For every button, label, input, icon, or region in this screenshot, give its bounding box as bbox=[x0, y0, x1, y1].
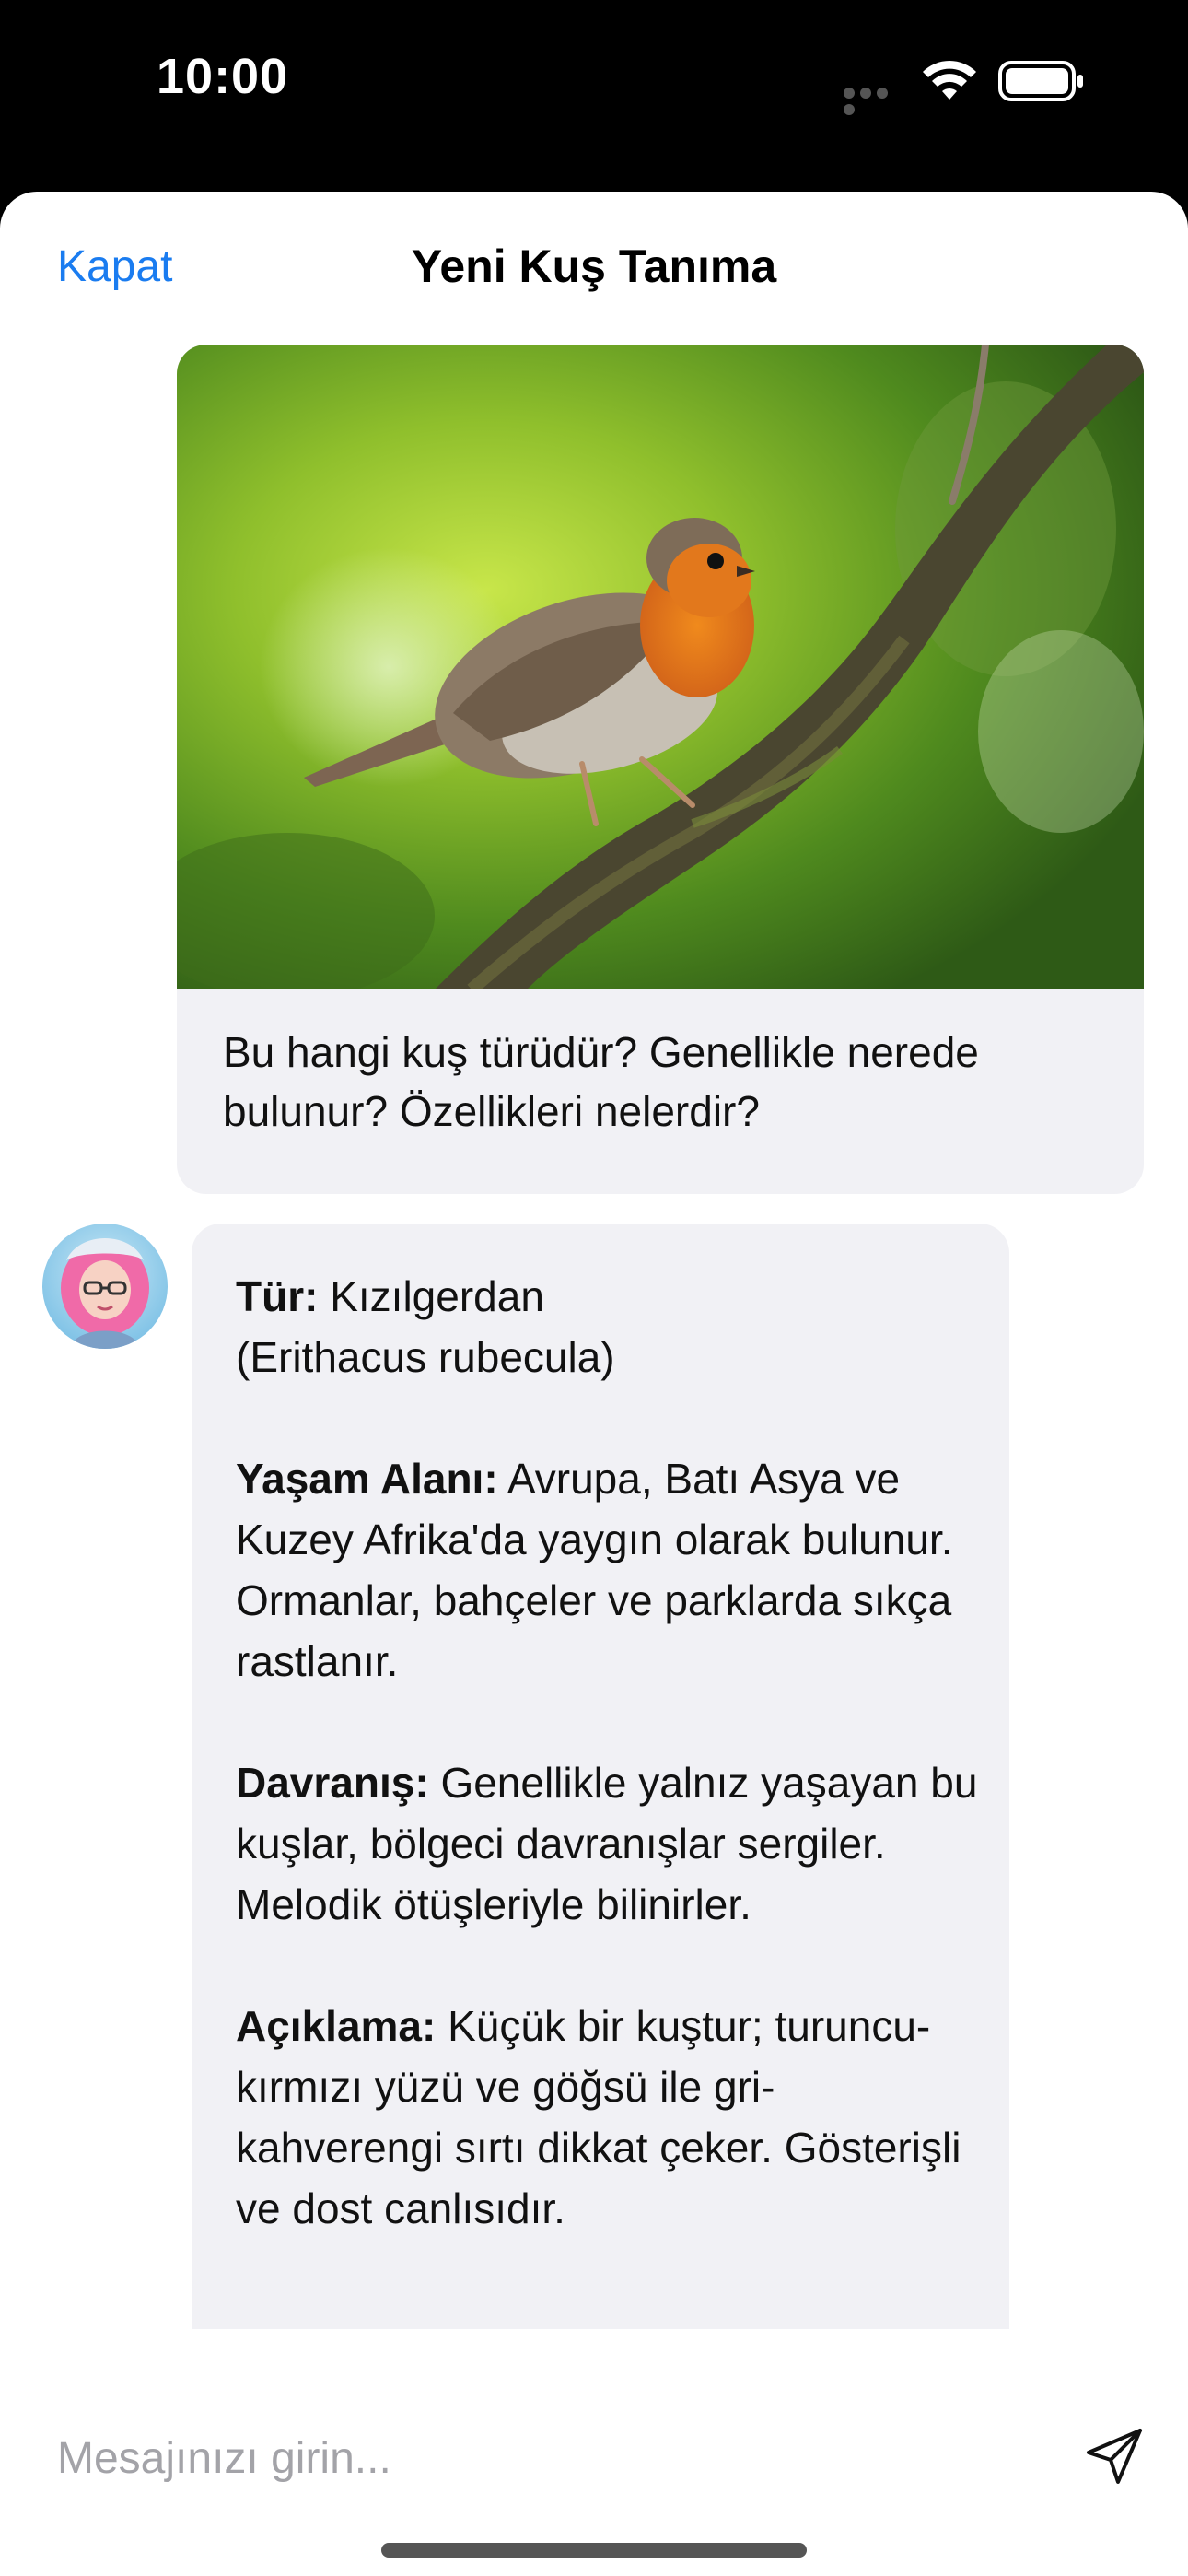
description-section: Açıklama: Küçük bir kuştur; turuncu-kırm… bbox=[236, 1996, 982, 2239]
phone-screen: 10:00 Kapat Yeni Kuş Tanıma Bu hangi kuş… bbox=[0, 0, 1188, 2576]
species-section: Tür: Kızılgerdan (Erithacus rubecula) bbox=[236, 1266, 982, 1388]
cellular-signal-icon bbox=[844, 87, 904, 115]
wifi-icon bbox=[923, 60, 976, 100]
page-title: Yeni Kuş Tanıma bbox=[411, 240, 777, 292]
status-time: 10:00 bbox=[157, 49, 289, 104]
assistant-message-text: Tür: Kızılgerdan (Erithacus rubecula) Ya… bbox=[236, 1266, 982, 2300]
user-message-text: Bu hangi kuş türüdür? Genellikle nerede … bbox=[223, 1028, 979, 1135]
chat-sheet: Kapat Yeni Kuş Tanıma Bu hangi kuş türüd… bbox=[0, 192, 1188, 2576]
description-label: Açıklama: bbox=[236, 2002, 437, 2050]
assistant-avatar bbox=[42, 1224, 168, 1349]
robin-photo[interactable] bbox=[177, 345, 1144, 989]
message-input[interactable] bbox=[57, 2421, 1015, 2495]
habitat-section: Yaşam Alanı: Avrupa, Batı Asya ve Kuzey … bbox=[236, 1448, 982, 1692]
species-value: Kızılgerdan bbox=[330, 1272, 544, 1320]
message-composer bbox=[0, 2329, 1188, 2513]
species-latin: (Erithacus rubecula) bbox=[236, 1333, 615, 1381]
paper-plane-icon[interactable] bbox=[1083, 2425, 1146, 2488]
battery-icon bbox=[998, 61, 1083, 101]
species-label: Tür: bbox=[236, 1272, 319, 1320]
user-message-bubble: Bu hangi kuş türüdür? Genellikle nerede … bbox=[177, 345, 1144, 1194]
home-indicator bbox=[381, 2543, 807, 2558]
assistant-message-bubble: Tür: Kızılgerdan (Erithacus rubecula) Ya… bbox=[192, 1224, 1009, 2329]
behavior-section: Davranış: Genellikle yalnız yaşayan bu k… bbox=[236, 1752, 982, 1935]
behavior-label: Davranış: bbox=[236, 1759, 429, 1807]
habitat-label: Yaşam Alanı: bbox=[236, 1455, 498, 1503]
